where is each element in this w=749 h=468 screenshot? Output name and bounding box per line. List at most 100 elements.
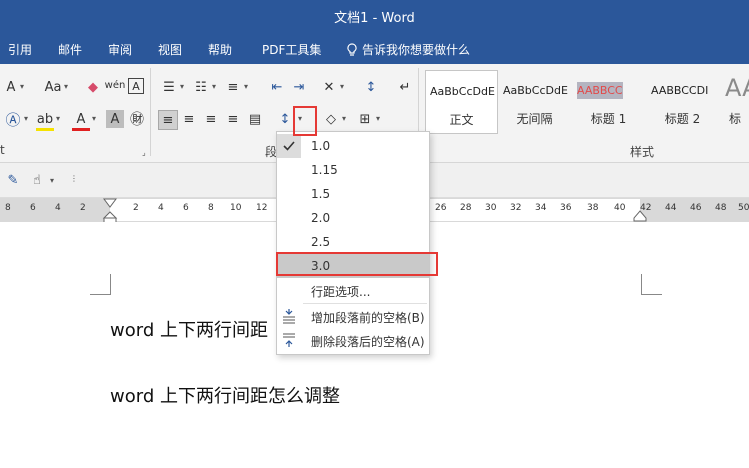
ruler-tick: 4 — [55, 203, 61, 213]
tell-me-search[interactable]: 告诉我你想要做什么 — [346, 41, 470, 58]
line-spacing-option-1-15[interactable]: 1.15 — [277, 158, 429, 182]
sort-icon[interactable]: ↕ — [362, 78, 380, 96]
ruler-tick: 50 — [738, 203, 749, 213]
styles-gallery: AaBbCcDdE 正文 AaBbCcDdE 无间隔 AABBCC 标题 1 A… — [425, 70, 749, 134]
align-center-icon[interactable]: ≡ — [180, 110, 198, 128]
shrink-font-icon[interactable]: A — [2, 78, 20, 96]
ruler-tick: 4 — [158, 203, 164, 213]
chevron-down-icon: ▾ — [50, 176, 55, 185]
style-heading-2[interactable]: AABBCCDI 标题 2 — [647, 70, 718, 132]
phonetic-guide-icon[interactable]: wén — [105, 76, 126, 94]
increase-indent-icon[interactable]: ⇥ — [290, 78, 308, 96]
chevron-down-icon: ▾ — [212, 82, 217, 91]
ribbon-tabs: 引用 邮件 审阅 视图 帮助 PDF工具集 告诉我你想要做什么 — [0, 30, 749, 64]
line-spacing-icon[interactable]: ↕ — [276, 110, 294, 128]
ruler-tick: 32 — [510, 203, 522, 213]
chevron-down-icon: ▾ — [20, 82, 25, 91]
character-shading-icon[interactable]: A — [106, 110, 124, 128]
dialog-launcher-icon[interactable]: ⌟ — [142, 148, 146, 157]
divider — [150, 68, 151, 156]
ruler-tick: 30 — [485, 203, 497, 213]
chevron-down-icon: ▾ — [64, 82, 69, 91]
show-marks-icon[interactable]: ↵ — [396, 78, 414, 96]
chevron-down-icon: ▾ — [244, 82, 249, 91]
style-name: 无间隔 — [516, 112, 553, 126]
line-spacing-option-1-0[interactable]: 1.0 — [277, 134, 429, 158]
enclose-characters-icon[interactable]: ㊖ — [128, 110, 146, 128]
distributed-icon[interactable]: ▤ — [246, 110, 264, 128]
style-no-spacing[interactable]: AaBbCcDdE 无间隔 — [499, 70, 570, 132]
chevron-down-icon: ▾ — [180, 82, 185, 91]
style-sample: AaBbCcDdE — [503, 84, 568, 97]
style-name: 标题 2 — [664, 112, 701, 126]
highlight-box — [276, 252, 438, 276]
document-paragraph[interactable]: word 上下两行间距怎么调整 — [110, 382, 340, 408]
ruler-tick: 26 — [435, 203, 447, 213]
document-paragraph[interactable]: word 上下两行间距 — [110, 316, 268, 342]
text-effects-icon[interactable]: Ⓐ — [4, 110, 22, 129]
lightbulb-icon — [347, 43, 357, 56]
style-sample: AaBbCcDdE — [430, 85, 495, 98]
style-title[interactable]: AA 标 — [721, 70, 749, 132]
add-space-before-item[interactable]: 增加段落前的空格(B) — [277, 304, 429, 328]
line-spacing-options-item[interactable]: 行距选项... — [277, 278, 429, 302]
ruler-tick: 12 — [256, 203, 268, 213]
borders-icon[interactable]: ⊞ — [356, 110, 374, 128]
multilevel-list-icon[interactable]: ≡ — [224, 78, 242, 96]
chinese-layout-icon[interactable]: ✕ — [320, 78, 338, 96]
font-color-icon[interactable]: A — [72, 110, 90, 131]
tab-references[interactable]: 引用 — [8, 41, 32, 58]
ruler-tick: 2 — [133, 203, 139, 213]
remove-space-after-icon — [283, 333, 295, 347]
clear-formatting-icon[interactable]: ◆ — [84, 78, 102, 96]
line-spacing-menu: 1.0 1.15 1.5 2.0 2.5 3.0 行距选项... 增加段落前的空… — [276, 131, 430, 355]
ruler-tick: 34 — [535, 203, 547, 213]
ruler-tick: 28 — [460, 203, 472, 213]
ruler-tick: 8 — [208, 203, 214, 213]
line-spacing-option-2-5[interactable]: 2.5 — [277, 230, 429, 254]
shading-icon[interactable]: ◇ — [322, 110, 340, 128]
customize-toolbar-icon[interactable]: ⋮ — [70, 174, 78, 183]
bullets-icon[interactable]: ☰ — [160, 78, 178, 96]
tab-review[interactable]: 审阅 — [108, 41, 132, 58]
highlight-color-icon[interactable]: ab — [36, 110, 54, 131]
chevron-down-icon: ▾ — [24, 114, 29, 123]
font-group-label: t — [0, 143, 5, 157]
justify-icon[interactable]: ≡ — [224, 110, 242, 128]
tab-help[interactable]: 帮助 — [208, 41, 232, 58]
chevron-down-icon: ▾ — [376, 114, 381, 123]
chevron-down-icon: ▾ — [92, 114, 97, 123]
indent-marker-icon[interactable] — [102, 198, 118, 224]
character-border-icon[interactable]: A — [128, 78, 144, 94]
check-icon — [277, 134, 301, 158]
right-indent-marker-icon[interactable] — [633, 210, 647, 222]
style-heading-1[interactable]: AABBCC 标题 1 — [573, 70, 644, 132]
tab-pdf-tools[interactable]: PDF工具集 — [262, 41, 321, 58]
ruler-tick: 6 — [30, 203, 36, 213]
tab-view[interactable]: 视图 — [158, 41, 182, 58]
align-right-icon[interactable]: ≡ — [202, 110, 220, 128]
numbering-icon[interactable]: ☷ — [192, 78, 210, 96]
remove-space-after-item[interactable]: 删除段落后的空格(A) — [277, 328, 429, 352]
touch-mode-icon[interactable]: ☝ — [28, 171, 46, 189]
tab-mailings[interactable]: 邮件 — [58, 41, 82, 58]
ruler-tick: 10 — [230, 203, 242, 213]
line-spacing-option-1-5[interactable]: 1.5 — [277, 182, 429, 206]
ruler-tick: 36 — [560, 203, 572, 213]
crop-mark — [90, 274, 111, 295]
option-label: 增加段落前的空格(B) — [311, 311, 425, 325]
style-normal[interactable]: AaBbCcDdE 正文 — [425, 70, 498, 134]
option-label: 2.5 — [311, 235, 331, 249]
ruler-tick: 46 — [690, 203, 702, 213]
decrease-indent-icon[interactable]: ⇤ — [268, 78, 286, 96]
ruler-tick: 2 — [80, 203, 86, 213]
chevron-down-icon: ▾ — [340, 82, 345, 91]
title-bar: 文档1 - Word — [0, 0, 749, 30]
change-case-button[interactable]: Aa — [40, 78, 66, 96]
edit-icon[interactable]: ✎ — [4, 171, 22, 189]
align-left-icon[interactable]: ≡ — [158, 110, 178, 130]
option-label: 1.5 — [311, 187, 331, 201]
option-label: 行距选项... — [311, 285, 371, 299]
line-spacing-option-2-0[interactable]: 2.0 — [277, 206, 429, 230]
ruler-tick: 6 — [183, 203, 189, 213]
